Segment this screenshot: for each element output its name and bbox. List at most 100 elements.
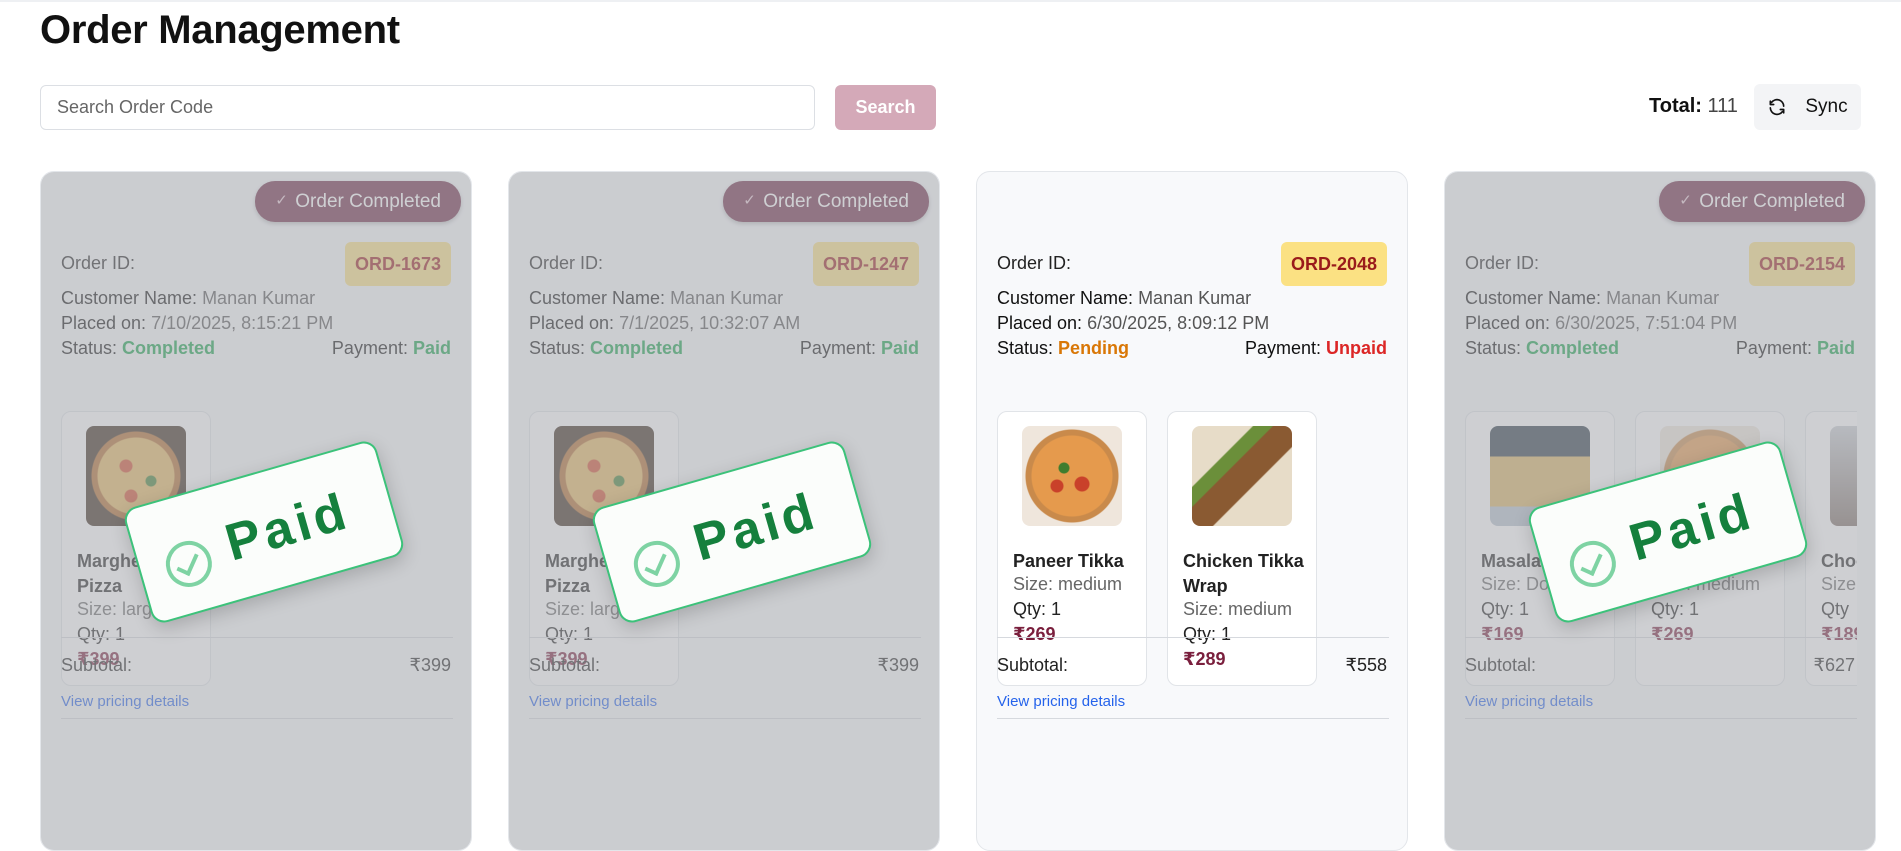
status-label: Status: — [61, 338, 118, 358]
subtotal-value: ₹399 — [409, 655, 451, 675]
item-price: ₹169 — [1481, 624, 1524, 644]
order-id-label: Order ID: — [997, 253, 1072, 273]
order-completed-badge: ✓ Order Completed — [1659, 181, 1865, 222]
item-qty: Qty: 1 — [1651, 599, 1700, 619]
sync-label: Sync — [1805, 96, 1848, 117]
order-item-card[interactable]: Chicken Tikka Wrap Size: medium Qty: 1 ₹… — [1167, 411, 1317, 686]
check-circle-icon — [1564, 535, 1622, 593]
total-value: 111 — [1707, 95, 1738, 117]
check-circle-icon — [628, 535, 686, 593]
item-qty: Qty: 1 — [1183, 624, 1232, 644]
payment-status: Payment: Paid — [1736, 338, 1855, 359]
badge-label: Order Completed — [763, 190, 909, 212]
status-value: Pending — [1058, 338, 1130, 358]
item-price: ₹289 — [1183, 649, 1226, 669]
item-name: Choco Lava — [1821, 551, 1857, 571]
order-card: ✓ Order Completed Order ID: ORD-1673 Cus… — [40, 171, 472, 851]
subtotal-value: ₹558 — [1345, 655, 1387, 675]
search-button[interactable]: Search — [835, 85, 936, 130]
status-value: Completed — [1526, 338, 1620, 358]
total-label: Total: — [1649, 95, 1702, 117]
order-id-value: ORD-2154 — [1748, 242, 1855, 286]
order-id-label: Order ID: — [529, 253, 604, 273]
view-pricing-link[interactable]: View pricing details — [1465, 693, 1593, 710]
status-value: Completed — [590, 338, 684, 358]
divider — [529, 718, 921, 719]
order-items-list: Paneer Tikka Size: medium Qty: 1 ₹269 Ch… — [997, 411, 1389, 689]
paid-stamp-label: Paid — [687, 482, 825, 573]
status-label: Status: — [997, 338, 1054, 358]
customer-name-value: Manan Kumar — [1138, 288, 1252, 308]
search-input[interactable] — [40, 85, 815, 130]
divider — [529, 637, 921, 638]
status-label: Status: — [529, 338, 586, 358]
divider — [997, 637, 1389, 638]
placed-on-label: Placed on: — [61, 313, 147, 333]
view-pricing-link[interactable]: View pricing details — [997, 693, 1125, 710]
payment-label: Payment: — [331, 338, 408, 358]
paid-stamp-label: Paid — [219, 482, 357, 573]
subtotal-label: Subtotal: — [997, 655, 1069, 675]
customer-name-value: Manan Kumar — [1606, 288, 1720, 308]
paid-stamp-label: Paid — [1623, 482, 1761, 573]
item-price: ₹269 — [1651, 624, 1694, 644]
paneer-pizza-image — [1022, 426, 1122, 526]
item-size: Size: medium — [1183, 599, 1293, 619]
total-count: Total: 111 — [1649, 95, 1738, 118]
placed-on: Placed on: 7/1/2025, 10:32:07 AM — [529, 313, 800, 334]
order-id-value: ORD-1247 — [812, 242, 919, 286]
placed-on-value: 6/30/2025, 8:09:12 PM — [1087, 313, 1270, 333]
order-status: Status: Completed — [1465, 338, 1619, 359]
payment-value: Paid — [880, 338, 919, 358]
item-size: Size: medium — [1013, 574, 1123, 594]
order-item-card[interactable]: Choco Lava Size Qty ₹189 — [1805, 411, 1857, 686]
order-status: Status: Completed — [529, 338, 683, 359]
payment-status: Payment: Paid — [332, 338, 451, 359]
customer-name-value: Manan Kumar — [202, 288, 316, 308]
subtotal-value: ₹399 — [877, 655, 919, 675]
divider — [61, 718, 453, 719]
status-label: Status: — [1465, 338, 1522, 358]
payment-label: Payment: — [1244, 338, 1321, 358]
payment-status: Payment: Unpaid — [1245, 338, 1387, 359]
placed-on: Placed on: 6/30/2025, 8:09:12 PM — [997, 313, 1269, 334]
item-qty: Qty: 1 — [77, 624, 126, 644]
wrap-image — [1192, 426, 1292, 526]
item-price: ₹269 — [1013, 624, 1056, 644]
payment-label: Payment: — [799, 338, 876, 358]
subtotal-label: Subtotal: — [1465, 655, 1537, 675]
payment-value: Paid — [412, 338, 451, 358]
customer-name: Customer Name: Manan Kumar — [529, 288, 783, 309]
placed-on-label: Placed on: — [529, 313, 615, 333]
sync-button[interactable]: Sync — [1754, 84, 1861, 130]
order-card: Order ID: ORD-2048 Customer Name: Manan … — [976, 171, 1408, 851]
divider — [997, 718, 1389, 719]
payment-label: Payment: — [1735, 338, 1812, 358]
order-item-card[interactable]: Paneer Tikka Size: medium Qty: 1 ₹269 — [997, 411, 1147, 686]
order-id-value: ORD-2048 — [1280, 242, 1387, 286]
order-status: Status: Completed — [61, 338, 215, 359]
badge-label: Order Completed — [1699, 190, 1845, 212]
customer-name-label: Customer Name: — [1465, 288, 1602, 308]
payment-value: Paid — [1816, 338, 1855, 358]
subtotal-value: ₹627 — [1813, 655, 1855, 675]
item-qty: Qty: 1 — [1481, 599, 1530, 619]
badge-label: Order Completed — [295, 190, 441, 212]
customer-name-label: Customer Name: — [997, 288, 1134, 308]
item-size: Size — [1821, 574, 1857, 594]
check-circle-icon — [160, 535, 218, 593]
view-pricing-link[interactable]: View pricing details — [529, 693, 657, 710]
customer-name: Customer Name: Manan Kumar — [61, 288, 315, 309]
status-value: Completed — [122, 338, 216, 358]
order-completed-badge: ✓ Order Completed — [255, 181, 461, 222]
order-id-label: Order ID: — [61, 253, 136, 273]
placed-on-value: 7/10/2025, 8:15:21 PM — [151, 313, 334, 333]
order-status: Status: Pending — [997, 338, 1129, 359]
view-pricing-link[interactable]: View pricing details — [61, 693, 189, 710]
payment-value: Unpaid — [1326, 338, 1387, 358]
customer-name-value: Manan Kumar — [670, 288, 784, 308]
subtotal-label: Subtotal: — [61, 655, 133, 675]
item-qty: Qty — [1821, 599, 1850, 619]
check-icon: ✓ — [1679, 192, 1692, 209]
payment-status: Payment: Paid — [800, 338, 919, 359]
